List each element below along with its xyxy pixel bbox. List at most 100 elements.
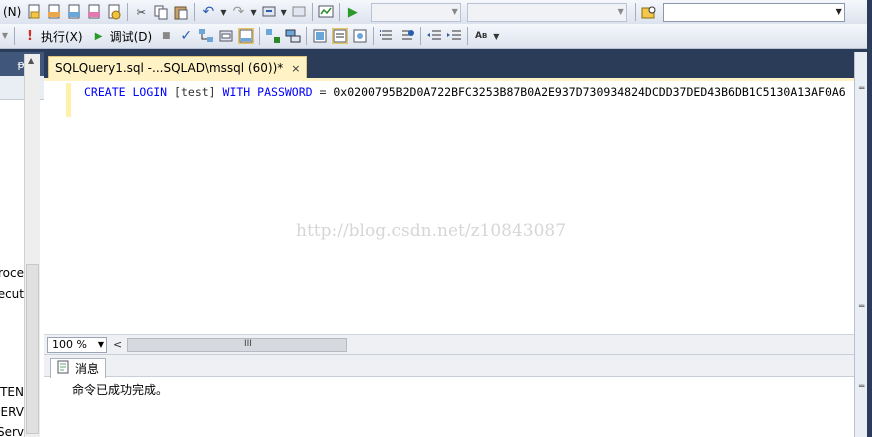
splitter-icon[interactable]: ═: [859, 84, 864, 94]
tree-item[interactable]: ecut: [0, 287, 24, 301]
navigate-dropdown-icon[interactable]: ▼: [281, 8, 287, 17]
tree-item[interactable]: SERV: [0, 405, 24, 419]
toolbar-options-dropdown-icon[interactable]: ▼: [493, 32, 499, 41]
navigate-forward-icon[interactable]: [291, 4, 307, 20]
database-combo-fragment[interactable]: ▼: [0, 27, 8, 46]
specify-values-icon[interactable]: AB: [473, 28, 489, 44]
results-to-grid-icon[interactable]: [238, 28, 255, 44]
solution-config-combo[interactable]: ▼: [370, 2, 461, 22]
play-triangle-icon: ▶: [94, 30, 103, 42]
close-tab-icon[interactable]: ×: [291, 62, 300, 75]
zoom-combo[interactable]: 100 % ▼: [47, 336, 107, 353]
tree-item[interactable]: STEN: [0, 385, 24, 399]
window-frame-edge: [867, 0, 872, 437]
scroll-thumb[interactable]: [26, 264, 39, 434]
chevron-down-icon: ▼: [835, 6, 842, 16]
comment-lines-icon[interactable]: [379, 28, 395, 44]
chevron-down-icon: ▼: [451, 6, 458, 16]
xmla-query-icon[interactable]: [86, 4, 102, 20]
undo-dropdown-icon[interactable]: ▼: [220, 8, 226, 17]
scroll-left-icon[interactable]: <: [113, 338, 122, 351]
undo-icon[interactable]: ↶: [200, 4, 216, 20]
results-tab-strip: 消息: [44, 355, 854, 378]
query-editor[interactable]: CREATE LOGIN [test] WITH PASSWORD = 0x02…: [44, 78, 854, 334]
results-to-text-icon[interactable]: [332, 28, 349, 44]
password-hash: 0x0200795B2D0A722BFC3253B87B0A2E937D7309…: [333, 85, 846, 99]
toolbar-separator: [420, 27, 422, 45]
toolbar-separator: [467, 27, 469, 45]
keyword-password: PASSWORD: [257, 85, 313, 99]
platform-combo[interactable]: ▼: [466, 2, 627, 22]
dmx-query-icon[interactable]: [66, 4, 82, 20]
watermark: http://blog.csdn.net/z10843087: [296, 221, 567, 241]
object-explorer-vscroll[interactable]: ▲: [24, 54, 40, 437]
decrease-indent-icon[interactable]: [426, 28, 442, 44]
tree-item[interactable]: Serv: [0, 425, 24, 437]
toolbar-separator: [311, 3, 313, 21]
debug-label: 调试(D): [109, 29, 153, 44]
toolbar-separator: [634, 3, 636, 21]
change-tracking-margin: [66, 83, 71, 117]
chevron-down-icon: ▼: [617, 6, 624, 16]
scroll-thumb[interactable]: III: [127, 337, 347, 352]
messages-icon: [57, 360, 71, 377]
keyword-with: WITH: [222, 85, 251, 99]
include-client-stats-icon[interactable]: [285, 28, 301, 44]
document-tab-strip: SQLQuery1.sql -...SQLAD\mssql (60))* ×: [44, 52, 854, 79]
cut-icon[interactable]: ✂: [133, 4, 149, 20]
increase-indent-icon[interactable]: [446, 28, 462, 44]
keyword-create: CREATE: [84, 85, 126, 99]
toolbar-separator: [306, 27, 308, 45]
find-combo[interactable]: ▼: [662, 2, 845, 22]
specify-template-values-icon[interactable]: [265, 28, 281, 44]
tree-item[interactable]: roce: [0, 266, 24, 280]
editor-status-bar: 100 % ▼ < III: [44, 334, 854, 354]
uncomment-lines-icon[interactable]: [399, 28, 415, 44]
actual-plan-icon[interactable]: [312, 28, 328, 44]
splitter-icon[interactable]: ═: [859, 302, 864, 312]
messages-tab-label: 消息: [75, 362, 100, 376]
scroll-up-icon[interactable]: ▲: [28, 56, 34, 65]
chevron-down-icon: ▼: [97, 339, 104, 349]
scroll-grip-icon: III: [244, 338, 252, 349]
code-line: CREATE LOGIN [test] WITH PASSWORD = 0x02…: [84, 85, 846, 99]
new-query-icon[interactable]: [26, 4, 42, 20]
copy-icon[interactable]: [153, 4, 169, 20]
toolbar-separator: [373, 27, 375, 45]
chevron-down-icon: ▼: [1, 30, 8, 40]
tab-messages[interactable]: 消息: [50, 358, 107, 378]
find-in-files-icon[interactable]: [641, 4, 657, 20]
result-message: 命令已成功完成。: [72, 383, 169, 397]
navigate-backward-icon[interactable]: [261, 4, 277, 20]
results-pane: 消息 命令已成功完成。: [44, 354, 854, 437]
menu-fragment[interactable]: (N): [0, 5, 24, 19]
display-estimated-plan-icon[interactable]: [198, 28, 214, 44]
execute-button[interactable]: ! 执行(X): [18, 26, 87, 46]
activity-monitor-icon[interactable]: [318, 4, 334, 20]
login-name: [test]: [174, 85, 216, 99]
redo-icon[interactable]: ↷: [231, 4, 247, 20]
redo-dropdown-icon[interactable]: ▼: [251, 8, 257, 17]
toolbar-separator: [259, 27, 261, 45]
sql-ce-query-icon[interactable]: [106, 4, 122, 20]
tab-sqlquery1[interactable]: SQLQuery1.sql -...SQLAD\mssql (60))* ×: [48, 56, 308, 79]
parse-checkmark-icon[interactable]: ✓: [178, 28, 194, 44]
cancel-query-icon[interactable]: ■: [158, 28, 174, 44]
query-designer-icon[interactable]: [218, 28, 234, 44]
debug-button[interactable]: ▶ 调试(D): [87, 26, 157, 46]
mdx-query-icon[interactable]: [46, 4, 62, 20]
toolbar-separator: [338, 3, 340, 21]
execute-label: 执行(X): [41, 29, 83, 44]
sql-editor-toolbar: ▼ ! 执行(X) ▶ 调试(D) ■ ✓ A B ▼: [0, 24, 872, 49]
exclamation-icon: !: [27, 28, 33, 44]
keyword-login: LOGIN: [132, 85, 168, 99]
editor-hscroll[interactable]: < III: [109, 337, 854, 353]
standard-toolbar: (N) ✂ ↶ ▼ ↷ ▼ ▼ ▶ ▼ ▼ ▼: [0, 0, 872, 25]
tab-title: SQLQuery1.sql -...SQLAD\mssql (60))*: [55, 61, 284, 75]
toolbar-separator: [14, 27, 15, 45]
paste-icon[interactable]: [173, 4, 189, 20]
start-icon[interactable]: ▶: [345, 4, 361, 20]
equals-operator: =: [319, 85, 327, 99]
results-to-file-icon[interactable]: [352, 28, 368, 44]
splitter-icon[interactable]: ═: [859, 382, 864, 392]
